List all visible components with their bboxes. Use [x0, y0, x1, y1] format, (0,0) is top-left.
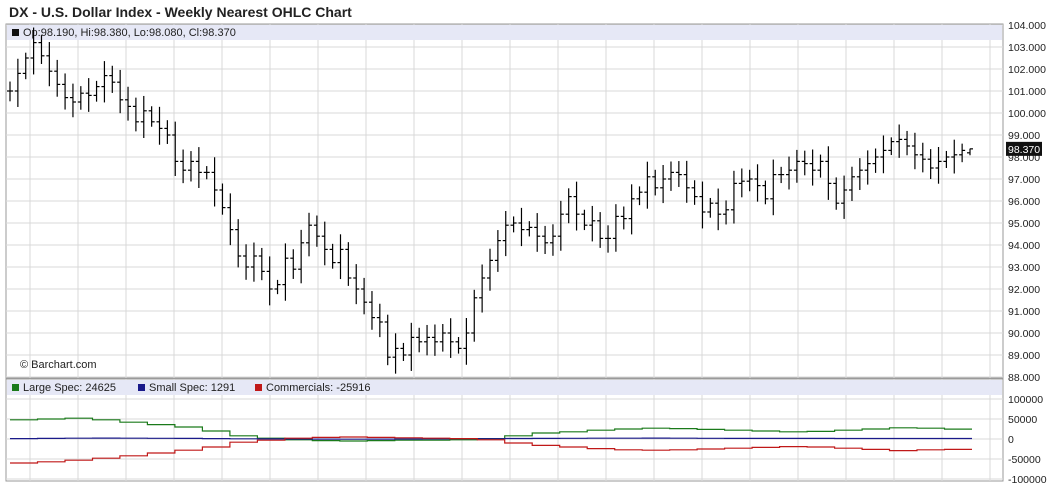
- price-tick-label: 88.000: [1008, 372, 1040, 384]
- price-tick-label: 95.000: [1008, 218, 1040, 230]
- price-tick-label: 92.000: [1008, 284, 1040, 296]
- cot-tick-label: -50000: [1008, 454, 1041, 466]
- price-tick-label: 99.000: [1008, 130, 1040, 142]
- price-panel: 104.000 103.000 102.000 101.000 100.000 99.00…: [5, 20, 1046, 384]
- last-price-label: 98.370: [1008, 144, 1040, 156]
- cot-legend-marker: [138, 384, 145, 391]
- cot-tick-label: -100000: [1008, 474, 1047, 483]
- copyright-label: © Barchart.com: [20, 359, 97, 371]
- cot-tick-label: 50000: [1008, 414, 1037, 426]
- cot-legend-text: Small Spec: 1291: [149, 382, 235, 394]
- chart-canvas: 104.000 103.000 102.000 101.000 100.000 99.00…: [5, 20, 1047, 483]
- cot-tick-label: 0: [1008, 434, 1014, 446]
- price-tick-label: 91.000: [1008, 306, 1040, 318]
- price-tick-label: 96.000: [1008, 196, 1040, 208]
- price-tick-label: 100.000: [1008, 108, 1046, 120]
- price-tick-label: 97.000: [1008, 174, 1040, 186]
- cot-panel: 100000 50000 0 -50000 -100000 Large Spec: 246…: [5, 378, 1047, 483]
- price-tick-label: 93.000: [1008, 262, 1040, 274]
- price-tick-label: 101.000: [1008, 86, 1046, 98]
- ohlc-legend-marker: [12, 29, 19, 36]
- cot-legend-marker: [255, 384, 262, 391]
- cot-legend-text: Commercials: -25916: [266, 382, 371, 394]
- cot-legend-marker: [12, 384, 19, 391]
- ohlc-legend-text: Op:98.190, Hi:98.380, Lo:98.080, Cl:98.3…: [23, 27, 236, 39]
- price-tick-label: 94.000: [1008, 240, 1040, 252]
- price-tick-label: 89.000: [1008, 350, 1040, 362]
- price-tick-label: 104.000: [1008, 20, 1046, 32]
- price-tick-label: 90.000: [1008, 328, 1040, 340]
- price-tick-label: 103.000: [1008, 42, 1046, 54]
- cot-tick-label: 100000: [1008, 394, 1043, 406]
- cot-legend-text: Large Spec: 24625: [23, 382, 116, 394]
- price-tick-label: 102.000: [1008, 64, 1046, 76]
